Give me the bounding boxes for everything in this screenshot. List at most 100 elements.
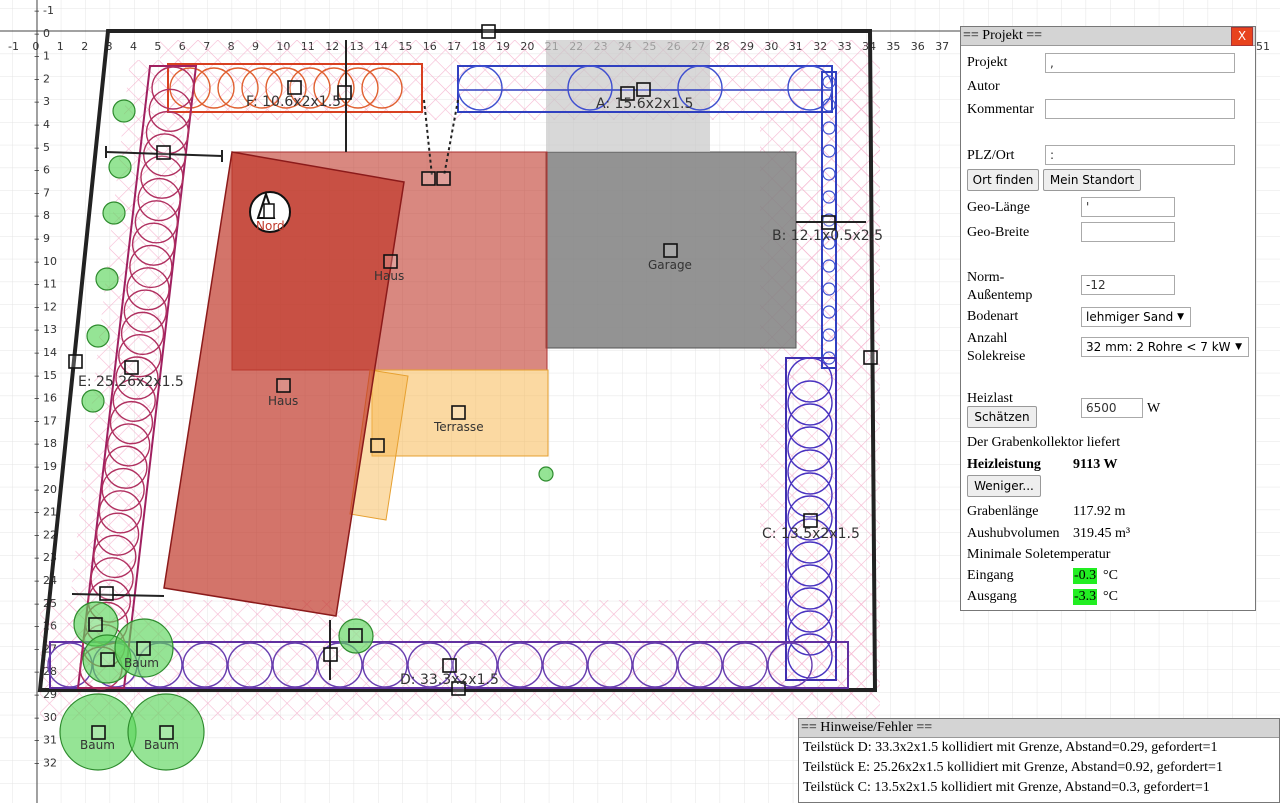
hints-panel-title[interactable]: == Hinweise/Fehler == <box>799 719 1279 738</box>
x-tick-label: -1 <box>8 40 19 53</box>
x-tick-label: 1 <box>57 40 64 53</box>
x-tick-label: 37 <box>935 40 949 53</box>
y-tick-label: – 12 <box>34 300 57 313</box>
segment-a-label: A: 15.6x2x1.5 <box>596 96 693 112</box>
min-sole-label: Minimale Soletemperatur <box>967 547 1111 562</box>
y-tick-label: – 3 <box>34 95 50 108</box>
haus-label-upper: Haus <box>374 269 404 283</box>
hint-message: Teilstück E: 25.26x2x1.5 kollidiert mit … <box>803 760 1223 775</box>
geo-breite-label: Geo-Breite <box>967 225 1030 240</box>
geo-laenge-input[interactable]: ' <box>1081 197 1175 217</box>
segment-b-label: B: 12.1x0.5x2.5 <box>772 228 883 244</box>
y-tick-label: – 21 <box>34 506 57 519</box>
projekt-input[interactable]: , <box>1045 53 1235 73</box>
ausgang-unit: °C <box>1103 589 1118 604</box>
anzahl-label-line2: Solekreise <box>967 349 1026 364</box>
norm-label-line2: Außentemp <box>967 288 1033 303</box>
solekreise-select[interactable]: 32 mm: 2 Rohre < 7 kW ▼ <box>1081 337 1249 357</box>
terrasse-label: Terrasse <box>433 420 484 434</box>
bodenart-select[interactable]: lehmiger Sand ▼ <box>1081 307 1191 327</box>
solekreise-select-value: 32 mm: 2 Rohre < 7 kW <box>1086 340 1231 354</box>
tree-label-2: Baum <box>80 738 115 752</box>
projekt-label: Projekt <box>967 55 1008 70</box>
x-tick-right: 51 <box>1256 40 1270 53</box>
autor-label: Autor <box>967 79 1000 94</box>
y-tick-label: – 32 <box>34 756 57 769</box>
close-button[interactable]: X <box>1231 27 1253 46</box>
bodenart-select-value: lehmiger Sand <box>1086 310 1174 324</box>
y-tick-label: – 17 <box>34 414 57 427</box>
hints-panel: == Hinweise/Fehler == Teilstück D: 33.3x… <box>798 718 1280 803</box>
heizlast-label: Heizlast <box>967 391 1013 406</box>
y-tick-label: – 19 <box>34 460 57 473</box>
geo-laenge-label: Geo-Länge <box>967 200 1030 215</box>
liefert-text: Der Grabenkollektor liefert <box>967 435 1121 450</box>
chevron-down-icon: ▼ <box>1177 312 1184 322</box>
segment-d-label: D: 33.3x2x1.5 <box>400 672 499 688</box>
x-tick-label: 35 <box>886 40 900 53</box>
ausgang-value: -3.3 <box>1073 589 1098 605</box>
garage-label: Garage <box>648 258 692 272</box>
hint-message: Teilstück C: 13.5x2x1.5 kollidiert mit G… <box>803 780 1210 795</box>
hint-message: Teilstück D: 33.3x2x1.5 kollidiert mit G… <box>803 740 1218 755</box>
segment-c-label: C: 13.5x2x1.5 <box>762 526 860 542</box>
y-tick-label: – 20 <box>34 483 57 496</box>
weniger-button[interactable]: Weniger... <box>967 475 1041 497</box>
project-panel-titlebar[interactable]: == Projekt == X <box>961 27 1255 46</box>
tree-label-3: Baum <box>144 738 179 752</box>
ort-finden-button[interactable]: Ort finden <box>967 169 1039 191</box>
grabenlaenge-label: Grabenlänge <box>967 504 1039 519</box>
segment-e-label: E: 25.26x2x1.5 <box>78 374 184 390</box>
heizlast-input[interactable]: 6500 <box>1081 398 1143 418</box>
y-tick-label: – 0 <box>34 27 50 40</box>
schaetzen-button[interactable]: Schätzen <box>967 406 1037 428</box>
aushub-value: 319.45 m³ <box>1073 526 1131 541</box>
y-tick-label: – -1 <box>34 4 54 17</box>
eingang-value: -0.3 <box>1073 568 1098 584</box>
kommentar-label: Kommentar <box>967 102 1034 117</box>
ausgang-label: Ausgang <box>967 589 1017 604</box>
geo-breite-input[interactable] <box>1081 222 1175 242</box>
segment-f-label: F: 10.6x2x1.5 <box>246 94 341 110</box>
mein-standort-button[interactable]: Mein Standort <box>1043 169 1141 191</box>
bodenart-label: Bodenart <box>967 309 1019 324</box>
north-label: Nord <box>256 219 285 233</box>
y-tick-label: – 31 <box>34 734 57 747</box>
y-tick-label: – 7 <box>34 186 50 199</box>
project-panel-title: == Projekt == <box>963 28 1043 43</box>
heizleistung-label: Heizleistung <box>967 457 1041 472</box>
y-tick-label: – 14 <box>34 346 57 359</box>
anzahl-label-line1: Anzahl <box>967 331 1008 346</box>
eingang-label: Eingang <box>967 568 1014 583</box>
aushub-label: Aushubvolumen <box>967 526 1060 541</box>
norm-temp-input[interactable]: -12 <box>1081 275 1175 295</box>
y-tick-label: – 8 <box>34 209 50 222</box>
y-tick-label: – 15 <box>34 369 57 382</box>
grabenlaenge-value: 117.92 m <box>1073 504 1126 519</box>
y-tick-label: – 16 <box>34 392 57 405</box>
chevron-down-icon: ▼ <box>1235 342 1242 352</box>
y-tick-label: – 11 <box>34 278 57 291</box>
eingang-unit: °C <box>1103 568 1118 583</box>
heizleistung-value: 9113 W <box>1073 457 1118 472</box>
y-tick-label: – 9 <box>34 232 50 245</box>
haus-label-lower: Haus <box>268 394 298 408</box>
heizlast-unit: W <box>1147 401 1161 416</box>
y-tick-label: – 13 <box>34 323 57 336</box>
y-tick-label: – 5 <box>34 141 50 154</box>
kommentar-input[interactable] <box>1045 99 1235 119</box>
plz-input[interactable]: : <box>1045 145 1235 165</box>
y-tick-label: – 18 <box>34 437 57 450</box>
y-tick-label: – 2 <box>34 72 50 85</box>
project-panel: == Projekt == X Projekt , Autor Kommenta… <box>960 26 1256 611</box>
y-tick-label: – 10 <box>34 255 57 268</box>
x-tick-label: 36 <box>911 40 925 53</box>
y-tick-label: – 6 <box>34 164 50 177</box>
norm-label-line1: Norm- <box>967 270 1005 285</box>
y-tick-label: – 4 <box>34 118 50 131</box>
tree-label-1: Baum <box>124 656 159 670</box>
x-tick-label: 2 <box>81 40 88 53</box>
plz-label: PLZ/Ort <box>967 148 1015 163</box>
x-tick-label: 4 <box>130 40 137 53</box>
y-tick-label: – 1 <box>34 50 50 63</box>
